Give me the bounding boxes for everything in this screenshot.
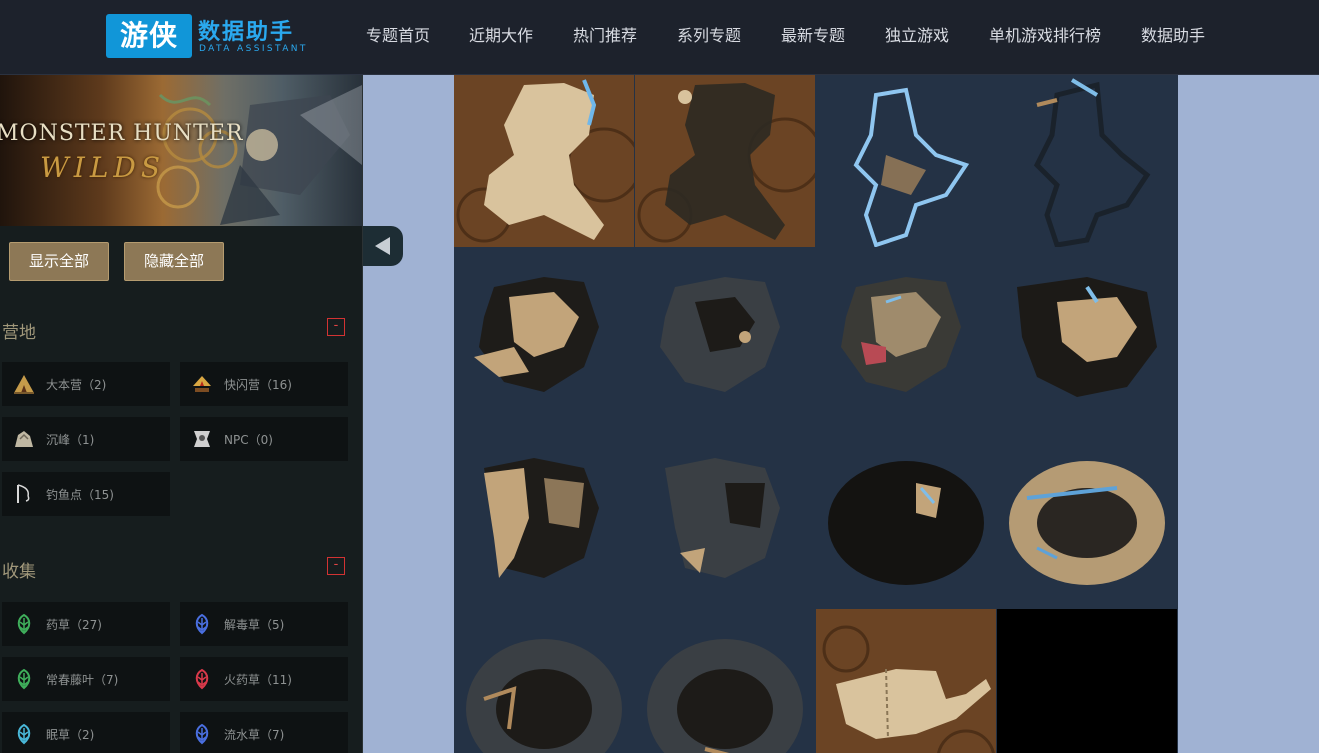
npc-icon xyxy=(194,431,210,447)
tent-icon xyxy=(14,375,34,394)
category-label: 解毒草（5) xyxy=(224,618,285,632)
map-tile-3-art xyxy=(816,75,996,255)
nav-series-topics[interactable]: 系列专题 xyxy=(677,22,741,46)
map-tile-15-art xyxy=(816,609,996,753)
collapse-gathering-button[interactable]: - xyxy=(327,557,345,575)
show-all-button[interactable]: 显示全部 xyxy=(9,242,109,281)
map-tile-10[interactable] xyxy=(635,428,815,608)
map-tile-1-art xyxy=(454,75,634,255)
nav-latest-topics[interactable]: 最新专题 xyxy=(781,22,845,46)
category-ivy[interactable]: 常春藤叶（7) xyxy=(2,657,170,701)
herb-green-icon xyxy=(17,668,31,690)
category-base-camp[interactable]: 大本营（2) xyxy=(2,362,170,406)
sidebar-toggle-button[interactable] xyxy=(363,226,403,266)
top-navigation-bar: 游侠 数据助手 DATA ASSISTANT 专题首页 近期大作 热门推荐 系列… xyxy=(0,0,1319,75)
category-sunken-peak[interactable]: 沉峰（1) xyxy=(2,417,170,461)
herb-red-icon xyxy=(195,668,209,690)
map-tile-16 xyxy=(997,609,1177,753)
logo-subtitle: DATA ASSISTANT xyxy=(199,44,308,54)
category-herb[interactable]: 药草（27) xyxy=(2,602,170,646)
nav-ranking[interactable]: 单机游戏排行榜 xyxy=(989,22,1101,46)
banner-subtitle: WILDS xyxy=(40,151,166,184)
herb-blue-icon xyxy=(195,723,209,745)
category-water-herb[interactable]: 流水草（7) xyxy=(180,712,348,753)
map-tile-15[interactable] xyxy=(816,609,996,753)
logo-title: 数据助手 xyxy=(198,20,295,45)
rock-icon xyxy=(15,431,33,447)
map-tile-8[interactable] xyxy=(997,247,1177,427)
category-antidote-herb[interactable]: 解毒草（5) xyxy=(180,602,348,646)
map-viewport[interactable] xyxy=(454,75,1178,753)
nav-hot-picks[interactable]: 热门推荐 xyxy=(573,22,637,46)
nav-topic-home[interactable]: 专题首页 xyxy=(366,22,430,46)
map-tile-8-art xyxy=(997,247,1177,427)
category-label: 大本营（2) xyxy=(46,378,107,392)
map-tile-7-art xyxy=(816,247,996,427)
map-tile-4-art xyxy=(997,75,1177,255)
map-tile-9[interactable] xyxy=(454,428,634,608)
map-tile-5[interactable] xyxy=(454,247,634,427)
fishing-rod-icon xyxy=(17,484,30,503)
category-fire-herb[interactable]: 火药草（11) xyxy=(180,657,348,701)
map-tile-13[interactable] xyxy=(454,609,634,753)
category-label: NPC（0) xyxy=(224,433,273,447)
map-tile-10-art xyxy=(635,428,815,608)
category-pop-up-camp[interactable]: 快闪营（16) xyxy=(180,362,348,406)
category-label: 流水草（7) xyxy=(224,728,285,742)
category-label: 火药草（11) xyxy=(224,673,292,687)
map-tile-7[interactable] xyxy=(816,247,996,427)
map-tile-11-art xyxy=(816,428,996,608)
map-tile-1[interactable] xyxy=(454,75,634,255)
category-label: 快闪营（16) xyxy=(224,378,292,392)
campfire-icon xyxy=(193,376,211,392)
herb-green-icon xyxy=(17,613,31,635)
triangle-left-icon xyxy=(375,237,390,255)
map-tile-6[interactable] xyxy=(635,247,815,427)
section-title-camps: 营地 xyxy=(2,323,36,343)
category-label: 钓鱼点（15) xyxy=(46,488,114,502)
game-banner: MONSTER HUNTER WILDS xyxy=(0,75,362,226)
logo-badge: 游侠 xyxy=(106,14,192,58)
category-fishing-spot[interactable]: 钓鱼点（15) xyxy=(2,472,170,516)
category-sleep-herb[interactable]: 眠草（2) xyxy=(2,712,170,753)
filter-sidebar: MONSTER HUNTER WILDS 显示全部 隐藏全部 营地 - 大本营（… xyxy=(0,75,363,753)
map-tile-5-art xyxy=(454,247,634,427)
map-tile-13-art xyxy=(454,609,634,753)
category-npc[interactable]: NPC（0) xyxy=(180,417,348,461)
map-tile-12[interactable] xyxy=(997,428,1177,608)
map-tile-6-art xyxy=(635,247,815,427)
banner-title: MONSTER HUNTER xyxy=(0,121,244,146)
map-tile-14-art xyxy=(635,609,815,753)
map-tile-11[interactable] xyxy=(816,428,996,608)
map-tile-2[interactable] xyxy=(635,75,815,255)
category-label: 眠草（2) xyxy=(46,728,95,742)
map-tile-12-art xyxy=(997,428,1177,608)
category-label: 药草（27) xyxy=(46,618,102,632)
herb-cyan-icon xyxy=(17,723,31,745)
map-tile-14[interactable] xyxy=(635,609,815,753)
collapse-camps-button[interactable]: - xyxy=(327,318,345,336)
map-tile-2-art xyxy=(635,75,815,255)
map-tile-3[interactable] xyxy=(816,75,996,255)
section-title-gathering: 收集 xyxy=(2,562,36,582)
map-tile-9-art xyxy=(454,428,634,608)
category-label: 常春藤叶（7) xyxy=(46,673,119,687)
nav-indie-games[interactable]: 独立游戏 xyxy=(885,22,949,46)
map-tile-4[interactable] xyxy=(997,75,1177,255)
nav-data-assistant[interactable]: 数据助手 xyxy=(1141,22,1205,46)
nav-recent-games[interactable]: 近期大作 xyxy=(469,22,533,46)
category-label: 沉峰（1) xyxy=(46,433,95,447)
hide-all-button[interactable]: 隐藏全部 xyxy=(124,242,224,281)
herb-blue-icon xyxy=(195,613,209,635)
